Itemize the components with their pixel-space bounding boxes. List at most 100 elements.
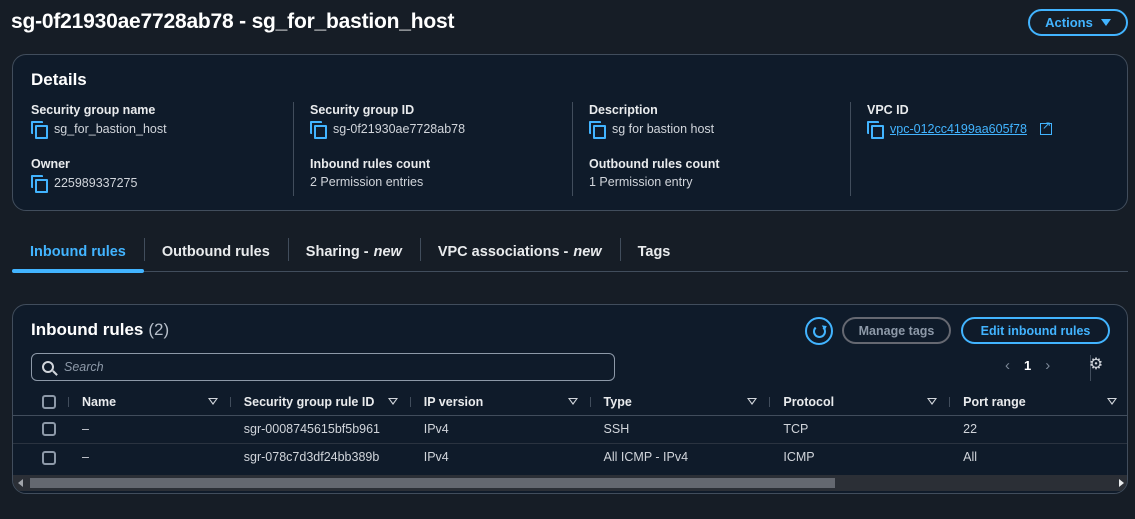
chevron-right-icon[interactable]: › — [1045, 357, 1050, 374]
copy-icon[interactable] — [867, 121, 884, 139]
rule-id-cell: sgr-078c7d3df24bb389b — [230, 443, 410, 471]
row-select-cell — [13, 443, 68, 471]
tab-label: Sharing - — [305, 243, 369, 260]
copy-icon[interactable] — [31, 121, 48, 139]
tab-vpc-associations[interactable]: VPC associations - new — [419, 232, 620, 271]
security-group-id-value-row: sg-0f21930ae7728ab78 — [310, 121, 465, 139]
type-value: All ICMP - IPv4 — [603, 450, 689, 465]
table-row[interactable]: – sgr-0008745615bf5b961 IPv4 SSH TCP 22 — [13, 415, 1127, 444]
table-row[interactable]: – sgr-078c7d3df24bb389b IPv4 All ICMP - … — [13, 443, 1127, 471]
inbound-rules-panel: Inbound rules (2) Manage tags Edit inboun… — [12, 304, 1128, 494]
row-checkbox[interactable] — [42, 422, 56, 437]
details-title: Details — [31, 70, 87, 89]
outbound-count-value: 1 Permission entry — [589, 175, 693, 189]
search-box — [31, 353, 615, 381]
sort-icon[interactable] — [1107, 398, 1117, 406]
port-range-value: 22 — [963, 422, 978, 436]
sort-icon[interactable] — [747, 398, 758, 406]
ip-version-cell: IPv4 — [410, 443, 590, 471]
edit-inbound-rules-button[interactable]: Edit inbound rules — [961, 317, 1110, 344]
column-header-rule-id[interactable]: Security group rule ID — [229, 389, 410, 416]
description-value: sg for bastion host — [612, 121, 715, 136]
vpc-id-field: VPC ID vpc-012cc4199aa605f78 — [867, 103, 1052, 139]
table-header-row: Name Security group rule ID IP version T… — [13, 389, 1127, 416]
outbound-count-label: Outbound rules count — [589, 157, 720, 171]
manage-tags-button[interactable]: Manage tags — [842, 317, 951, 344]
name-value: – — [82, 422, 89, 436]
column-divider — [293, 102, 294, 196]
page-title: sg-0f21930ae7728ab78 - sg_for_bastion_ho… — [11, 10, 455, 33]
column-header-label: IP version — [423, 394, 484, 409]
page-number[interactable]: 1 — [1024, 358, 1031, 373]
details-panel: Details Security group name sg_for_basti… — [12, 54, 1128, 211]
protocol-cell: ICMP — [769, 443, 949, 471]
port-range-cell: 22 — [949, 415, 1127, 444]
sort-icon[interactable] — [387, 398, 398, 406]
rule-id-cell: sgr-0008745615bf5b961 — [229, 415, 410, 444]
chevron-left-icon[interactable]: ‹ — [1005, 357, 1010, 374]
security-group-name-label: Security group name — [31, 103, 156, 117]
tab-tags[interactable]: Tags — [619, 232, 689, 271]
inbound-count-value: 2 Permission entries — [310, 175, 424, 189]
tab-outbound-rules[interactable]: Outbound rules — [143, 232, 288, 271]
vpc-id-value-row: vpc-012cc4199aa605f78 — [867, 119, 1052, 139]
scroll-right-arrow-icon[interactable] — [1119, 479, 1124, 487]
refresh-button[interactable] — [805, 317, 833, 345]
type-cell: All ICMP - IPv4 — [590, 443, 770, 471]
column-divider — [572, 102, 573, 196]
sort-icon[interactable] — [927, 398, 938, 406]
vpc-id-link[interactable]: vpc-012cc4199aa605f78 — [890, 122, 1027, 136]
rule-id-value: sgr-0008745615bf5b961 — [243, 422, 381, 436]
page-header: sg-0f21930ae7728ab78 - sg_for_bastion_ho… — [11, 7, 1128, 37]
column-header-label: Security group rule ID — [243, 394, 375, 409]
copy-icon[interactable] — [310, 121, 327, 139]
security-group-name-field: Security group name sg_for_bastion_host — [31, 103, 167, 139]
ip-version-value: IPv4 — [423, 450, 449, 465]
rule-id-value: sgr-078c7d3df24bb389b — [243, 450, 380, 465]
column-header-label: Name — [82, 394, 117, 409]
inbound-count-label: Inbound rules count — [310, 157, 431, 171]
scrollbar-thumb[interactable] — [30, 478, 835, 488]
ip-version-cell: IPv4 — [409, 415, 590, 444]
column-header-type[interactable]: Type — [589, 389, 770, 416]
security-group-id-field: Security group ID sg-0f21930ae7728ab78 — [310, 103, 465, 139]
gear-icon[interactable]: ⚙ — [1088, 357, 1104, 373]
column-header-protocol[interactable]: Protocol — [769, 389, 950, 416]
copy-icon[interactable] — [589, 121, 606, 139]
scroll-left-arrow-icon[interactable] — [18, 479, 23, 487]
pagination: ‹ 1 › — [1005, 357, 1050, 374]
column-header-label: Port range — [963, 394, 1026, 409]
sort-icon[interactable] — [567, 398, 578, 406]
sort-icon[interactable] — [207, 398, 218, 406]
column-header-port-range[interactable]: Port range — [949, 389, 1127, 416]
new-badge: new — [573, 243, 602, 260]
security-group-id-label: Security group ID — [310, 103, 415, 117]
row-checkbox[interactable] — [42, 450, 56, 465]
owner-value-row: 225989337275 — [31, 175, 137, 193]
type-value: SSH — [603, 422, 630, 436]
protocol-cell: TCP — [769, 415, 950, 444]
ip-version-value: IPv4 — [423, 422, 449, 436]
inbound-rules-count: (2) — [148, 320, 170, 339]
tab-inbound-rules[interactable]: Inbound rules — [12, 232, 144, 273]
inbound-rules-table: Name Security group rule ID IP version T… — [13, 389, 1127, 471]
security-group-name-value-row: sg_for_bastion_host — [31, 121, 167, 139]
actions-button[interactable]: Actions — [1028, 8, 1128, 36]
tab-sharing[interactable]: Sharing - new — [287, 232, 420, 271]
port-range-value: All — [963, 450, 978, 465]
vpc-id-label: VPC ID — [867, 103, 909, 117]
column-header-name[interactable]: Name — [68, 389, 230, 416]
column-header-ip-version[interactable]: IP version — [409, 389, 590, 416]
description-value-row: sg for bastion host — [589, 121, 715, 139]
type-cell: SSH — [589, 415, 770, 444]
tab-bar: Inbound rules Outbound rules Sharing - n… — [12, 232, 1128, 273]
select-all-checkbox[interactable] — [42, 394, 56, 409]
inbound-rules-title: Inbound rules (2) — [31, 320, 169, 340]
tab-label: Tags — [637, 243, 671, 260]
owner-label: Owner — [31, 157, 70, 171]
row-select-cell — [13, 415, 68, 444]
search-input[interactable] — [64, 360, 604, 374]
copy-icon[interactable] — [31, 175, 48, 193]
column-divider — [850, 102, 851, 196]
horizontal-scrollbar[interactable] — [13, 475, 1127, 491]
